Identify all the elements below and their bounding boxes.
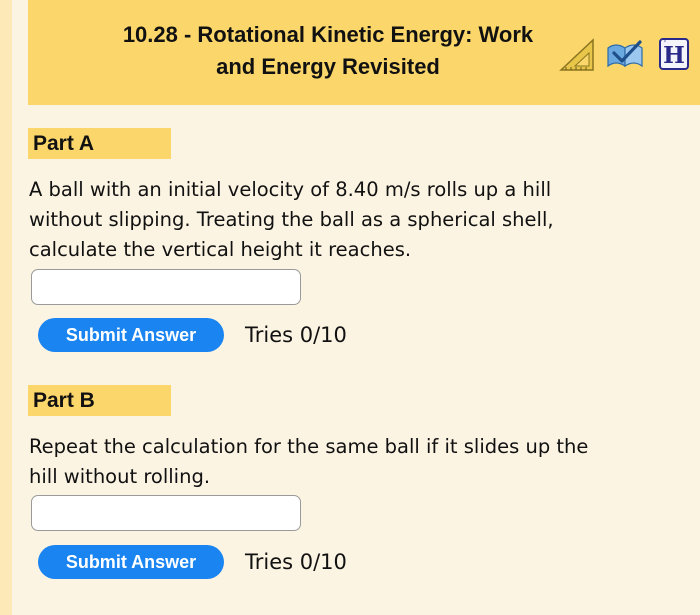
part-b-submit-button[interactable]: Submit Answer (38, 545, 224, 579)
part-b-question: Repeat the calculation for the same ball… (29, 432, 689, 492)
part-b-label: Part B (28, 385, 171, 416)
ruler-triangle-icon[interactable] (558, 38, 596, 72)
part-a-question-line-3: calculate the vertical height it reaches… (29, 238, 412, 261)
part-a-question-line-1: A ball with an initial velocity of 8.40 … (29, 178, 552, 201)
page-title: 10.28 - Rotational Kinetic Energy: Work … (68, 19, 588, 83)
part-a-label: Part A (28, 128, 171, 159)
part-a-submit-button[interactable]: Submit Answer (38, 318, 224, 352)
svg-text:': ' (664, 39, 666, 48)
part-a-answer-input[interactable] (31, 269, 301, 305)
h-hint-icon[interactable]: H ' (656, 36, 692, 72)
part-b-question-line-2: hill without rolling. (29, 465, 211, 488)
part-b-tries: Tries 0/10 (245, 550, 347, 574)
part-b-question-line-1: Repeat the calculation for the same ball… (29, 435, 589, 458)
part-a-tries: Tries 0/10 (245, 323, 347, 347)
title-line-1: 10.28 - Rotational Kinetic Energy: Work (122, 22, 534, 47)
svg-text:H: H (663, 42, 685, 69)
title-line-2: and Energy Revisited (216, 54, 440, 79)
left-border (0, 0, 12, 615)
book-checkmark-icon[interactable] (606, 40, 644, 70)
header-icons: H ' (558, 36, 698, 76)
part-a-question-line-2: without slipping. Treating the ball as a… (29, 208, 554, 231)
part-a-question: A ball with an initial velocity of 8.40 … (29, 175, 689, 265)
part-b-answer-input[interactable] (31, 495, 301, 531)
